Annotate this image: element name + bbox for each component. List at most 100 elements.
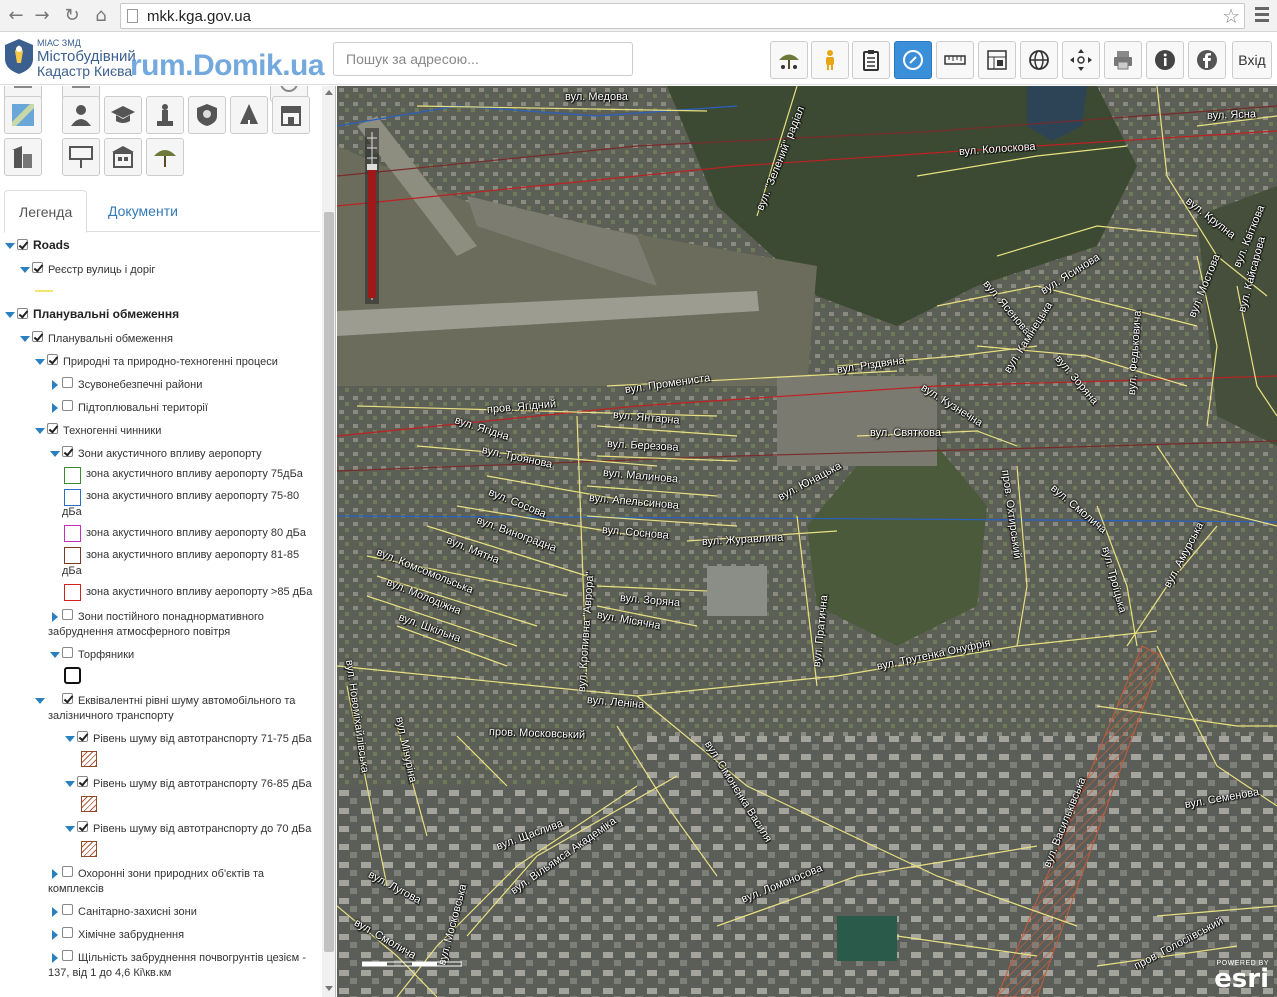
expand-icon[interactable] [50,451,60,457]
category-market-button[interactable] [104,138,142,176]
airport-85-swatch [64,584,81,601]
scroll-up-icon[interactable] [325,90,333,95]
expand-icon[interactable] [35,428,45,434]
bookmark-star-icon[interactable]: ☆ [1222,4,1240,28]
expand-icon[interactable] [65,736,75,742]
planning-checkbox[interactable] [17,308,28,319]
cesium-checkbox[interactable] [62,950,73,961]
navigation-button[interactable] [894,41,932,79]
area-button[interactable] [978,41,1016,79]
facebook-button[interactable] [1188,41,1226,79]
expand-icon[interactable] [5,312,15,318]
landslide-checkbox[interactable] [62,377,73,388]
forward-icon[interactable]: → [30,4,54,28]
legend-flooded: Підтоплювальні території [78,402,208,414]
expand-icon[interactable] [50,652,60,658]
umbrella-button[interactable] [770,41,808,79]
tab-documents[interactable]: Документи [94,190,192,233]
expand-icon[interactable] [35,359,45,365]
category-monument-button[interactable] [146,96,184,134]
roads-registry-checkbox[interactable] [32,262,43,273]
technogenic-checkbox[interactable] [47,423,58,434]
flooded-checkbox[interactable] [62,400,73,411]
expand-icon[interactable] [35,698,45,704]
roads-checkbox[interactable] [17,239,28,250]
expand-icon[interactable] [20,336,30,342]
category-buildings-button[interactable] [4,138,42,176]
legend-natural: Природні та природно-техногенні процеси [63,356,278,368]
tree-icon [240,104,258,126]
category-park-button[interactable] [230,96,268,134]
address-bar[interactable]: mkk.kga.gov.ua ☆ [120,3,1245,29]
category-police-button[interactable] [188,96,226,134]
planning-sub-checkbox[interactable] [32,331,43,342]
category-population-button[interactable] [62,96,100,134]
category-recreation-button[interactable] [146,138,184,176]
reload-icon[interactable]: ↻ [60,4,84,28]
category-map-button[interactable] [4,96,42,134]
legend-airport-75-80-unit: дБа [62,506,82,518]
scroll-thumb[interactable] [324,212,334,952]
noise-76-85-checkbox[interactable] [77,776,88,787]
move-icon [1070,49,1092,71]
noise-71-75-checkbox[interactable] [77,731,88,742]
sanitary-checkbox[interactable] [62,904,73,915]
zoom-slider[interactable] [365,128,379,304]
legend-cesium-cont: 137, від 1 до 4,6 Кі\кв.км [48,967,172,979]
legend-planning-sub: Планувальні обмеження [48,333,173,345]
collapse-icon[interactable] [52,930,58,940]
basemap-button[interactable] [1020,41,1058,79]
category-shop-button[interactable] [272,96,310,134]
print-button[interactable] [1104,41,1142,79]
legend-sanitary: Санітарно-захисні зони [78,906,197,918]
airport-75-80-swatch [64,489,81,506]
map-view[interactable]: вул. Медова вул. "Зелений" радіал вул. К… [337,86,1277,997]
legend-airport-81-85-unit: дБа [62,565,82,577]
category-education-button[interactable] [104,96,142,134]
umbrella-icon [779,54,799,69]
collapse-icon[interactable] [52,953,58,963]
pan-button[interactable] [1062,41,1100,79]
legend-airport-75-80: зона акустичного впливу аеропорту 75-80 [86,490,300,502]
collapse-icon[interactable] [52,380,58,390]
collapse-icon[interactable] [52,612,58,622]
chemical-checkbox[interactable] [62,927,73,938]
report-button[interactable] [852,41,890,79]
expand-icon[interactable] [5,243,15,249]
org-abbrev: МІАС ЗМД [37,38,81,48]
tab-legend[interactable]: Легенда [4,190,88,233]
air-pollution-checkbox[interactable] [62,609,73,620]
billboard-icon [69,146,93,168]
streetview-button[interactable] [811,41,849,79]
sidebar-scrollbar[interactable] [322,86,335,997]
expand-icon[interactable] [65,826,75,832]
legend-protected-cont: комплексів [48,883,104,895]
noise-checkbox[interactable] [62,693,73,704]
airport-zones-checkbox[interactable] [62,446,73,457]
browser-menu-icon[interactable] [1252,4,1272,28]
natural-checkbox[interactable] [47,354,58,365]
category-billboard-button[interactable] [62,138,100,176]
collapse-icon[interactable] [52,403,58,413]
noise-70-checkbox[interactable] [77,821,88,832]
url-text[interactable]: mkk.kga.gov.ua [147,8,251,25]
globe-icon [1029,50,1049,70]
scroll-down-icon[interactable] [325,986,333,991]
address-search-input[interactable] [333,42,633,76]
distance-button[interactable] [936,41,974,79]
login-button[interactable]: Вхід [1232,41,1272,79]
legend-chemical: Хімічне забруднення [78,929,185,941]
back-icon[interactable]: ← [4,4,28,28]
peat-checkbox[interactable] [62,647,73,658]
airport-81-85-swatch [64,547,81,564]
expand-icon[interactable] [65,781,75,787]
building-icon [12,146,32,168]
collapse-icon[interactable] [52,869,58,879]
info-icon [1155,50,1175,70]
legend-airport-85: зона акустичного впливу аеропорту >85 дБ… [86,586,313,598]
expand-icon[interactable] [20,267,30,273]
info-button[interactable] [1146,41,1184,79]
protected-checkbox[interactable] [62,866,73,877]
collapse-icon[interactable] [52,907,58,917]
home-icon[interactable]: ⌂ [89,4,113,28]
